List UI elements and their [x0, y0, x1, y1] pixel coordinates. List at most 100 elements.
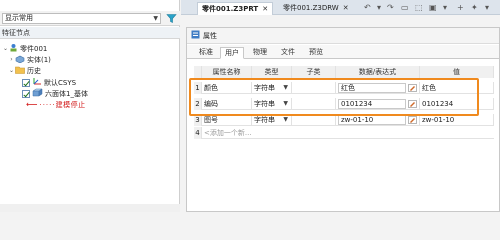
subtype-cell[interactable] — [292, 82, 336, 94]
add-row-placeholder[interactable]: <添加一个新... — [202, 127, 262, 139]
horizontal-scrollbar[interactable] — [0, 204, 180, 212]
properties-icon — [191, 30, 200, 41]
new-row[interactable]: 4 <添加一个新... — [194, 127, 494, 139]
arrow-left-icon: ⟵ — [26, 100, 38, 109]
dropdown-icon[interactable]: ▾ — [443, 3, 447, 12]
expression-input[interactable]: 0101234 — [338, 99, 406, 109]
filter-icon[interactable] — [166, 13, 177, 24]
box-feature-icon — [32, 88, 43, 100]
undo-icon[interactable]: ↶ — [364, 3, 371, 12]
expression-input[interactable]: 红色 — [338, 83, 406, 93]
subtype-cell[interactable] — [292, 98, 336, 110]
table-row[interactable]: 1 颜色 字符串 ▼ 红色 红色 — [194, 82, 494, 94]
tab-drawing-document[interactable]: 零件001.Z3DRW ✕ — [279, 2, 353, 15]
tree-node-label: 默认CSYS — [44, 79, 77, 87]
chevron-down-icon: ▼ — [283, 116, 288, 123]
column-header-type[interactable]: 类型 — [252, 66, 292, 78]
property-name-cell[interactable]: 编码 — [202, 98, 252, 110]
tree-node-part[interactable]: ⌄ 零件001 — [2, 44, 47, 54]
row-number: 2 — [194, 98, 202, 110]
value-cell: 0101234 — [420, 98, 494, 110]
property-name-cell[interactable]: 颜色 — [202, 82, 252, 94]
expression-cell[interactable]: 0101234 — [336, 98, 420, 110]
view-icon[interactable]: ▣ — [429, 3, 437, 12]
chevron-down-icon: ▼ — [153, 15, 158, 22]
tree-node-label: ·····建模停止 — [39, 101, 86, 109]
value-cell: 红色 — [420, 82, 494, 94]
tab-standard[interactable]: 标准 — [195, 47, 217, 59]
expression-input[interactable]: zw-01-10 — [338, 115, 406, 125]
edit-expression-icon[interactable] — [408, 116, 417, 124]
type-select[interactable]: 字符串 ▼ — [252, 114, 292, 126]
tab-physical[interactable]: 物理 — [249, 47, 271, 59]
table-row[interactable]: 2 编码 字符串 ▼ 0101234 0101234 — [194, 98, 494, 110]
tree-node-label: 六面体1_基体 — [45, 90, 88, 98]
redo-icon[interactable]: ↷ — [387, 3, 394, 12]
column-header-subtype[interactable]: 子类 — [292, 66, 336, 78]
collapse-icon[interactable]: ⌄ — [2, 44, 9, 54]
dropdown-icon[interactable]: ▾ — [485, 3, 489, 12]
part-icon — [9, 43, 18, 55]
filter-dropdown-value: 显示常用 — [5, 14, 33, 22]
folder-icon — [15, 66, 25, 77]
modeling-stop-marker[interactable]: ⟵ ·····建模停止 — [26, 100, 86, 110]
properties-dialog: 属性 标准 用户 物理 文件 预览 属性名称 类型 子类 数据/表达式 值 1 … — [186, 27, 500, 212]
tree-node-csys[interactable]: 默认CSYS — [22, 78, 76, 88]
tab-preview[interactable]: 预览 — [305, 47, 327, 59]
property-name-cell[interactable]: 图号 — [202, 114, 252, 126]
collapse-icon[interactable]: ⌄ — [8, 66, 15, 76]
add-tab-icon[interactable]: + — [457, 3, 464, 12]
chevron-down-icon: ▼ — [283, 84, 288, 91]
value-cell: zw-01-10 — [420, 114, 494, 126]
document-tabs: 零件001.Z3PRT ✕ 零件001.Z3DRW ✕ ↶ ▾ ↷ ▭ ⬚ ▣ ▾ … — [181, 0, 500, 15]
tree-node-history[interactable]: ⌄ 历史 — [8, 66, 41, 76]
type-select-value: 字符串 — [254, 116, 275, 124]
tab-user[interactable]: 用户 — [220, 47, 244, 59]
row-number: 1 — [194, 82, 202, 94]
property-tabs: 标准 用户 物理 文件 预览 — [187, 45, 499, 59]
tab-file[interactable]: 文件 — [277, 47, 299, 59]
dialog-title-bar: 属性 — [187, 28, 499, 44]
type-select[interactable]: 字符串 ▼ — [252, 98, 292, 110]
expression-cell[interactable]: zw-01-10 — [336, 114, 420, 126]
chevron-down-icon: ▼ — [283, 100, 288, 107]
grid-header: 属性名称 类型 子类 数据/表达式 值 — [194, 66, 494, 78]
column-header-value[interactable]: 值 — [420, 66, 494, 78]
new-icon[interactable]: ▭ — [401, 3, 409, 12]
type-select-value: 字符串 — [254, 84, 275, 92]
subtype-cell[interactable] — [292, 114, 336, 126]
expression-cell[interactable]: 红色 — [336, 82, 420, 94]
tree-node-solid[interactable]: › 实体(1) — [8, 55, 51, 65]
filter-dropdown[interactable]: 显示常用 ▼ — [2, 13, 161, 24]
dialog-title: 属性 — [203, 31, 217, 40]
tree-node-label: 实体(1) — [27, 56, 51, 64]
column-header-expression[interactable]: 数据/表达式 — [336, 66, 420, 78]
feature-panel: 显示常用 ▼ 特征节点 ⌄ 零件001 › 实体(1) ⌄ 历史 默认CSYS … — [0, 0, 180, 212]
solid-icon — [15, 55, 25, 66]
tab-part-document[interactable]: 零件001.Z3PRT ✕ — [197, 2, 274, 15]
tree-node-label: 零件001 — [20, 45, 48, 53]
cube-icon[interactable]: ⬚ — [415, 3, 423, 12]
type-select-value: 字符串 — [254, 100, 275, 108]
tab-label: 零件001.Z3DRW — [283, 4, 339, 12]
row-number-header — [194, 66, 202, 78]
edit-expression-icon[interactable] — [408, 100, 417, 108]
visibility-checkbox[interactable] — [22, 79, 30, 87]
tree-node-label: 历史 — [27, 67, 41, 75]
dropdown-icon[interactable]: ▾ — [377, 3, 381, 12]
filter-bar: 显示常用 ▼ — [0, 11, 180, 26]
visibility-checkbox[interactable] — [22, 90, 30, 98]
close-icon[interactable]: ✕ — [262, 5, 268, 13]
expand-icon[interactable]: › — [8, 55, 15, 65]
close-icon[interactable]: ✕ — [343, 4, 349, 12]
settings-icon[interactable]: ✦ — [471, 3, 478, 12]
tree-node-box[interactable]: 六面体1_基体 — [22, 88, 88, 100]
tab-label: 零件001.Z3PRT — [202, 5, 259, 13]
row-number: 3 — [194, 114, 202, 126]
tree-header: 特征节点 — [0, 27, 180, 39]
edit-expression-icon[interactable] — [408, 84, 417, 92]
row-number: 4 — [194, 127, 202, 139]
type-select[interactable]: 字符串 ▼ — [252, 82, 292, 94]
table-row[interactable]: 3 图号 字符串 ▼ zw-01-10 zw-01-10 — [194, 114, 494, 126]
column-header-name[interactable]: 属性名称 — [202, 66, 252, 78]
